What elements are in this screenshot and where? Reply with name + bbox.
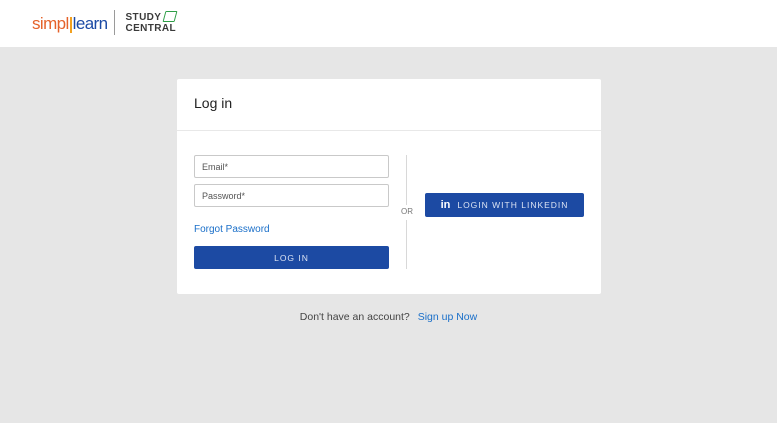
signup-question: Don't have an account? <box>299 311 410 323</box>
or-divider-bottom <box>406 220 407 269</box>
linkedin-button-label: LOGIN WITH LINKEDIN <box>457 200 569 210</box>
login-button[interactable]: LOG IN <box>194 246 389 269</box>
linkedin-icon: in <box>440 199 451 211</box>
book-icon <box>162 11 178 22</box>
linkedin-login-button[interactable]: in LOGIN WITH LINKEDIN <box>425 193 584 217</box>
simplilearn-study-central-logo[interactable]: simpl learn STUDY CENTRAL <box>32 10 178 35</box>
top-header: simpl learn STUDY CENTRAL <box>0 0 777 47</box>
logo-bar-mark <box>69 16 72 33</box>
password-field[interactable] <box>194 184 389 207</box>
or-label: OR <box>401 207 413 216</box>
card-divider <box>177 130 601 131</box>
logo-simpli-text: simpl <box>32 13 69 33</box>
signup-prompt: Don't have an account? Sign up Now <box>0 311 777 323</box>
logo-divider <box>114 10 116 35</box>
study-central-wordmark: STUDY CENTRAL <box>125 11 178 34</box>
forgot-password-link[interactable]: Forgot Password <box>194 224 270 235</box>
email-field[interactable] <box>194 155 389 178</box>
signup-link[interactable]: Sign up Now <box>418 311 478 323</box>
study-text: STUDY <box>125 12 162 23</box>
logo-learn-text: learn <box>72 13 108 33</box>
login-title: Log in <box>194 95 233 111</box>
or-divider-top <box>406 155 407 205</box>
central-text: CENTRAL <box>125 23 177 34</box>
login-card: Log in Forgot Password LOG IN OR in LOGI… <box>177 79 601 294</box>
